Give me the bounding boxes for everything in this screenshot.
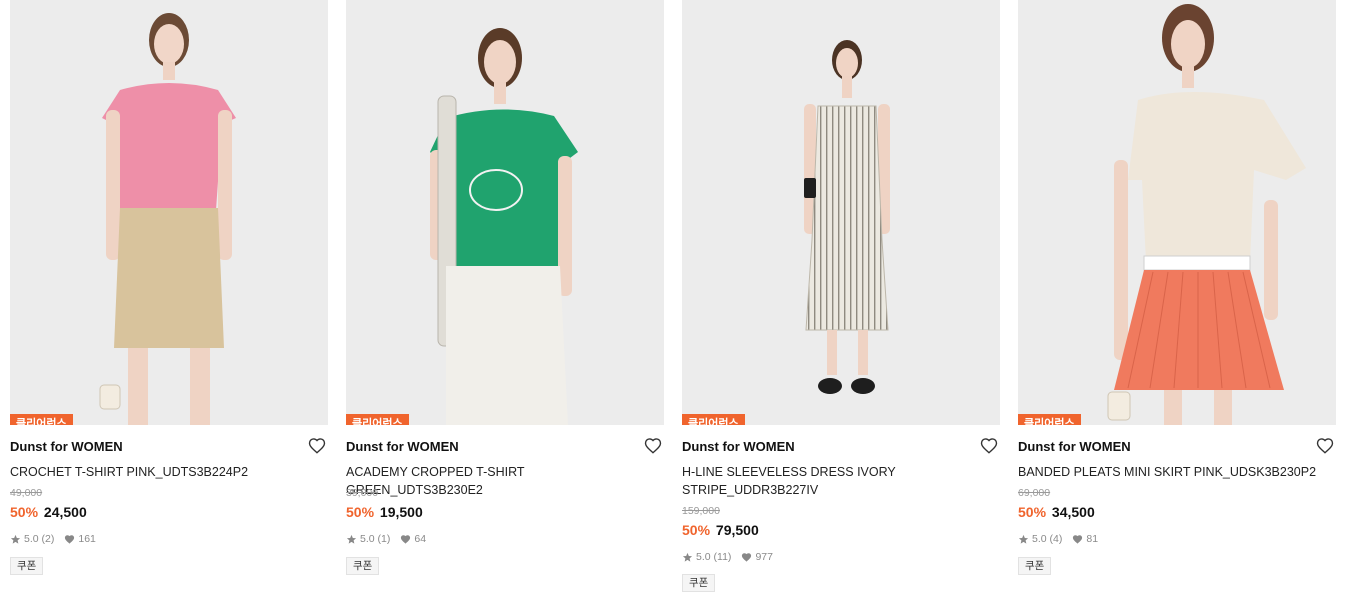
product-stats: 5.0 (11) 977 bbox=[682, 551, 773, 563]
brand-name[interactable]: Dunst for WOMEN bbox=[682, 439, 795, 454]
like-heart-icon bbox=[400, 534, 411, 545]
price-line: 50% 79,500 bbox=[682, 522, 759, 538]
discount-rate: 50% bbox=[1018, 504, 1047, 520]
discount-rate: 50% bbox=[346, 504, 375, 520]
rating-value: 5.0 bbox=[24, 533, 39, 545]
product-name[interactable]: H-LINE SLEEVELESS DRESS IVORY STRIPE_UDD… bbox=[682, 463, 982, 499]
discount-rate: 50% bbox=[682, 522, 711, 538]
heart-icon[interactable] bbox=[308, 437, 326, 455]
product-grid: 클리어런스 Dunst for WOMEN CROCHET T-SHIRT PI… bbox=[10, 0, 1336, 592]
like-heart-icon bbox=[1072, 534, 1083, 545]
original-price: 69,000 bbox=[1018, 487, 1051, 499]
discount-rate: 50% bbox=[10, 504, 39, 520]
product-image[interactable]: 클리어런스 bbox=[10, 0, 328, 425]
like-count: 161 bbox=[78, 533, 96, 545]
brand-name[interactable]: Dunst for WOMEN bbox=[1018, 439, 1131, 454]
review-count: (1) bbox=[377, 533, 391, 545]
product-card[interactable]: 클리어런스 Dunst for WOMEN ACADEMY CROPPED T-… bbox=[346, 0, 664, 592]
rating-value: 5.0 bbox=[696, 551, 711, 563]
coupon-tag: 쿠폰 bbox=[346, 557, 380, 575]
product-photo bbox=[346, 0, 664, 425]
review-count: (2) bbox=[41, 533, 55, 545]
heart-icon[interactable] bbox=[980, 437, 998, 455]
product-photo bbox=[682, 0, 1000, 425]
clearance-badge: 클리어런스 bbox=[346, 414, 409, 425]
clearance-badge: 클리어런스 bbox=[10, 414, 73, 425]
review-count: (11) bbox=[713, 551, 732, 563]
product-name[interactable]: ACADEMY CROPPED T-SHIRT GREEN_UDTS3B230E… bbox=[346, 463, 646, 499]
price-line: 50% 24,500 bbox=[10, 504, 87, 520]
coupon-tag: 쿠폰 bbox=[682, 574, 716, 592]
star-icon bbox=[10, 534, 21, 545]
original-price: 159,000 bbox=[682, 505, 720, 517]
product-stats: 5.0 (2) 161 bbox=[10, 533, 96, 545]
like-count: 81 bbox=[1086, 533, 1099, 545]
heart-icon[interactable] bbox=[1316, 437, 1334, 455]
rating-value: 5.0 bbox=[1032, 533, 1047, 545]
product-image[interactable]: 클리어런스 bbox=[682, 0, 1000, 425]
product-image[interactable]: 클리어런스 bbox=[1018, 0, 1336, 425]
product-card[interactable]: 클리어런스 Dunst for WOMEN CROCHET T-SHIRT PI… bbox=[10, 0, 328, 592]
sale-price: 79,500 bbox=[715, 522, 759, 538]
brand-name[interactable]: Dunst for WOMEN bbox=[346, 439, 459, 454]
product-name[interactable]: BANDED PLEATS MINI SKIRT PINK_UDSK3B230P… bbox=[1018, 463, 1318, 481]
coupon-tag: 쿠폰 bbox=[10, 557, 44, 575]
sale-price: 19,500 bbox=[379, 504, 423, 520]
product-card[interactable]: 클리어런스 Dunst for WOMEN H-LINE SLEEVELESS … bbox=[682, 0, 1000, 592]
like-count: 977 bbox=[755, 551, 773, 563]
review-count: (4) bbox=[1049, 533, 1063, 545]
clearance-badge: 클리어런스 bbox=[1018, 414, 1081, 425]
sale-price: 24,500 bbox=[43, 504, 87, 520]
original-price: 49,000 bbox=[10, 487, 43, 499]
sale-price: 34,500 bbox=[1051, 504, 1095, 520]
price-line: 50% 34,500 bbox=[1018, 504, 1095, 520]
coupon-tag: 쿠폰 bbox=[1018, 557, 1052, 575]
like-heart-icon bbox=[64, 534, 75, 545]
rating-value: 5.0 bbox=[360, 533, 375, 545]
like-count: 64 bbox=[414, 533, 427, 545]
product-photo bbox=[1018, 0, 1336, 425]
like-heart-icon bbox=[741, 552, 752, 563]
product-image[interactable]: 클리어런스 bbox=[346, 0, 664, 425]
original-price: 39,000 bbox=[346, 487, 379, 499]
product-stats: 5.0 (1) 64 bbox=[346, 533, 426, 545]
star-icon bbox=[1018, 534, 1029, 545]
product-card[interactable]: 클리어런스 Dunst for WOMEN BANDED PLEATS MINI… bbox=[1018, 0, 1336, 592]
product-stats: 5.0 (4) 81 bbox=[1018, 533, 1098, 545]
product-photo bbox=[10, 0, 328, 425]
star-icon bbox=[346, 534, 357, 545]
brand-name[interactable]: Dunst for WOMEN bbox=[10, 439, 123, 454]
star-icon bbox=[682, 552, 693, 563]
heart-icon[interactable] bbox=[644, 437, 662, 455]
clearance-badge: 클리어런스 bbox=[682, 414, 745, 425]
price-line: 50% 19,500 bbox=[346, 504, 423, 520]
product-name[interactable]: CROCHET T-SHIRT PINK_UDTS3B224P2 bbox=[10, 463, 310, 481]
